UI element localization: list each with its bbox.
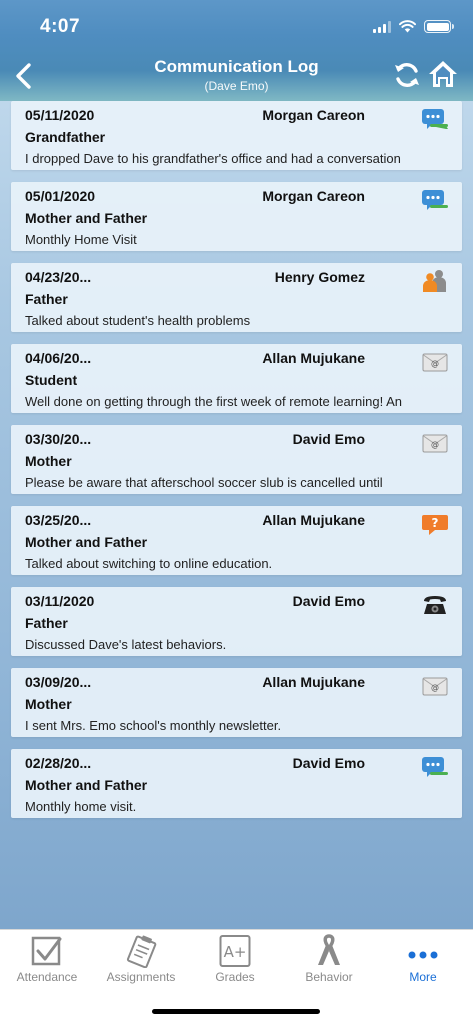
svg-text:@: @ (431, 683, 439, 692)
entry-note: Monthly home visit. (25, 799, 137, 814)
entry-staff-name: Morgan Careon (262, 188, 365, 204)
tab-assignments[interactable]: Assignments (94, 930, 188, 990)
refresh-icon[interactable] (392, 60, 422, 90)
entry-staff-name: Henry Gomez (274, 269, 365, 285)
entry-date: 03/30/20... (25, 431, 92, 447)
entry-contact-relation: Mother (25, 453, 72, 469)
log-entry[interactable]: 03/09/20... Allan Mujukane Mother I sent… (11, 668, 462, 737)
entry-staff-name: Morgan Careon (262, 107, 365, 123)
log-entry[interactable]: 04/06/20... Allan Mujukane Student Well … (11, 344, 462, 413)
entry-contact-relation: Father (25, 291, 68, 307)
log-entry[interactable]: 03/30/20... David Emo Mother Please be a… (11, 425, 462, 494)
tab-more[interactable]: More (376, 930, 470, 990)
log-entry[interactable]: 02/28/20... David Emo Mother and Father … (11, 749, 462, 818)
log-entry[interactable]: 05/01/2020 Morgan Careon Mother and Fath… (11, 182, 462, 251)
tab-label: More (409, 970, 437, 984)
log-entry[interactable]: 04/23/20... Henry Gomez Father Talked ab… (11, 263, 462, 332)
tab-label: Assignments (106, 970, 176, 984)
entry-date: 05/01/2020 (25, 188, 96, 204)
entry-staff-name: Allan Mujukane (262, 674, 365, 690)
entry-staff-name: David Emo (292, 593, 365, 609)
entry-date: 02/28/20... (25, 755, 92, 771)
tab-label: Behavior (305, 970, 353, 984)
grade-icon: A+ (219, 935, 251, 967)
email-icon: @ (422, 677, 448, 696)
entry-note: Talked about student's health problems (25, 313, 251, 328)
chat-icon (422, 109, 448, 129)
battery-icon (424, 20, 454, 33)
log-entry[interactable]: 03/25/20... Allan Mujukane Mother and Fa… (11, 506, 462, 575)
svg-text:?: ? (432, 516, 439, 530)
status-icons (373, 20, 454, 33)
entry-note: Discussed Dave's latest behaviors. (25, 637, 227, 652)
entry-contact-relation: Grandfather (25, 129, 106, 145)
entry-note: Well done on getting through the first w… (25, 394, 402, 409)
chat-icon (422, 757, 448, 777)
phone-icon (424, 596, 446, 614)
log-entry[interactable]: 03/11/2020 David Emo Father Discussed Da… (11, 587, 462, 656)
svg-text:A+: A+ (224, 943, 247, 961)
header: 4:07 Communication Log (Dave Emo) (0, 0, 473, 101)
entry-date: 05/11/2020 (25, 107, 95, 123)
entry-date: 03/25/20... (25, 512, 92, 528)
home-indicator (152, 1009, 320, 1014)
entry-staff-name: Allan Mujukane (262, 512, 365, 528)
ribbon-icon (318, 934, 340, 965)
svg-text:@: @ (431, 440, 439, 449)
entry-staff-name: David Emo (292, 431, 365, 447)
entry-contact-relation: Student (25, 372, 78, 388)
chat-icon (422, 190, 448, 210)
home-icon[interactable] (427, 58, 459, 90)
tab-behavior[interactable]: Behavior (282, 930, 376, 990)
cellular-signal-icon (373, 20, 391, 33)
email-icon: @ (422, 434, 448, 453)
tab-label: Grades (215, 970, 255, 984)
tab-attendance[interactable]: Attendance (0, 930, 94, 990)
checkbox-icon (31, 936, 62, 966)
entry-note: Please be aware that afterschool soccer … (25, 475, 383, 490)
more-icon (408, 951, 438, 959)
entry-contact-relation: Father (25, 615, 68, 631)
meeting-icon (423, 270, 446, 292)
entry-staff-name: David Emo (292, 755, 365, 771)
question-icon: ? (422, 515, 448, 535)
entry-contact-relation: Mother and Father (25, 534, 148, 550)
status-time: 4:07 (40, 16, 81, 37)
svg-text:@: @ (431, 359, 439, 368)
tab-grades[interactable]: A+ Grades (188, 930, 282, 990)
tab-label: Attendance (16, 970, 78, 984)
entry-date: 03/11/2020 (25, 593, 95, 609)
entry-note: I dropped Dave to his grandfather's offi… (25, 151, 401, 166)
entry-contact-relation: Mother and Father (25, 777, 148, 793)
clipboard-icon (126, 935, 157, 968)
entry-date: 04/06/20... (25, 350, 92, 366)
entry-note: Talked about switching to online educati… (25, 556, 273, 571)
entry-contact-relation: Mother (25, 696, 72, 712)
entry-date: 03/09/20... (25, 674, 92, 690)
entry-contact-relation: Mother and Father (25, 210, 148, 226)
log-entry[interactable]: 05/11/2020 Morgan Careon Grandfather I d… (11, 101, 462, 170)
entry-date: 04/23/20... (25, 269, 92, 285)
entry-staff-name: Allan Mujukane (262, 350, 365, 366)
wifi-icon (399, 20, 416, 33)
entry-note: I sent Mrs. Emo school's monthly newslet… (25, 718, 282, 733)
email-icon: @ (422, 353, 448, 372)
entry-note: Monthly Home Visit (25, 232, 137, 247)
